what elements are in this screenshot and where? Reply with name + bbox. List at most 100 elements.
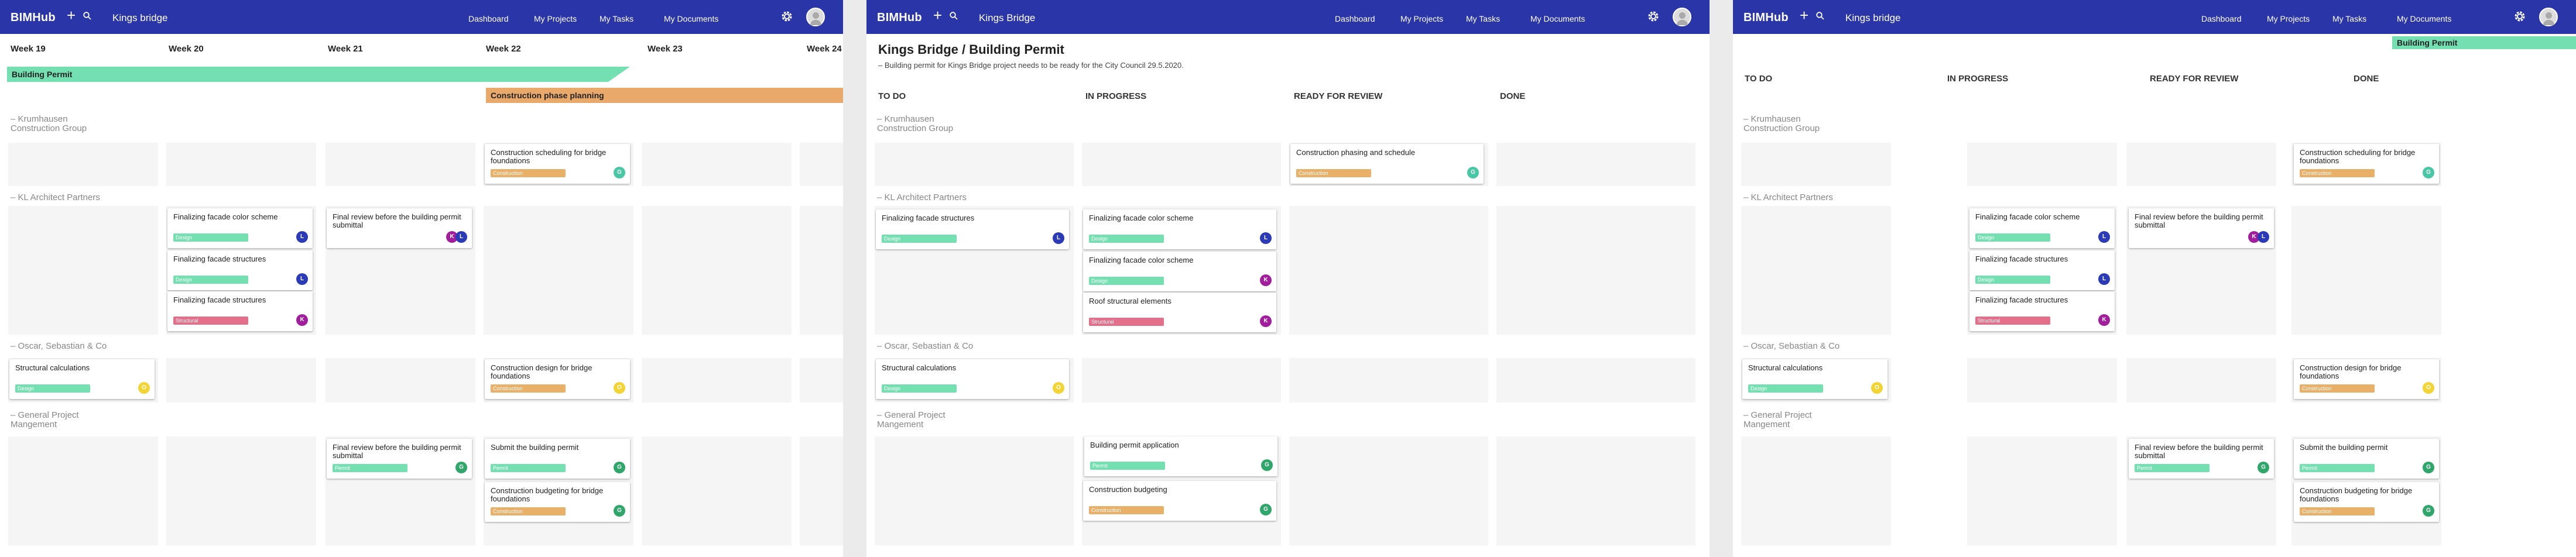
week-header: Week 20 bbox=[169, 44, 204, 54]
timeline-cell bbox=[642, 206, 792, 335]
task-card[interactable]: Finalizing facade structures Design L bbox=[876, 209, 1069, 249]
assignee-icon: O bbox=[138, 382, 150, 394]
week-header: Week 22 bbox=[486, 44, 521, 54]
task-card[interactable]: Construction budgeting for bridge founda… bbox=[2294, 482, 2439, 522]
column-header: DONE bbox=[1500, 91, 1526, 101]
group-label[interactable]: – Oscar, Sebastian & Co bbox=[877, 342, 973, 351]
gear-icon[interactable] bbox=[1646, 9, 1660, 23]
nav-my-projects[interactable]: My Projects bbox=[2267, 14, 2310, 23]
task-card[interactable]: Finalizing facade color scheme Design L bbox=[1083, 209, 1276, 249]
task-card[interactable]: Final review before the building permit … bbox=[2129, 208, 2274, 248]
board-cell bbox=[875, 436, 1074, 545]
group-label[interactable]: – Krumhausen Construction Group bbox=[1743, 115, 1820, 133]
task-card[interactable]: Construction phasing and schedule Constr… bbox=[1290, 144, 1484, 184]
nav-my-tasks[interactable]: My Tasks bbox=[1466, 14, 1500, 23]
group-label[interactable]: – KL Architect Partners bbox=[877, 193, 967, 202]
search-icon[interactable] bbox=[950, 12, 958, 20]
task-card[interactable]: Structural calculations Design O bbox=[9, 359, 155, 399]
group-label[interactable]: – Krumhausen Construction Group bbox=[11, 115, 87, 133]
assignee-icon: G bbox=[614, 167, 625, 178]
timeline-cell bbox=[800, 206, 843, 335]
building-permit-bar[interactable]: Building Permit bbox=[7, 67, 630, 82]
gear-icon[interactable] bbox=[2513, 9, 2527, 23]
board-cell bbox=[1289, 206, 1488, 335]
assignee-icon: G bbox=[614, 462, 625, 473]
task-card[interactable]: Submit the building permit Permit G bbox=[2294, 439, 2439, 479]
board-cell bbox=[2291, 206, 2441, 335]
project-name[interactable]: Kings bridge bbox=[1845, 12, 1901, 24]
assignee-icon: G bbox=[2423, 167, 2434, 178]
user-avatar[interactable] bbox=[1673, 8, 1691, 26]
board-cell bbox=[1967, 436, 2117, 545]
nav-my-projects[interactable]: My Projects bbox=[534, 14, 577, 23]
task-card[interactable]: Roof structural elements Structural K bbox=[1083, 293, 1276, 332]
board-cell bbox=[1289, 358, 1488, 403]
nav-my-documents[interactable]: My Documents bbox=[664, 14, 718, 23]
group-label[interactable]: – KL Architect Partners bbox=[11, 193, 100, 202]
nav-my-projects[interactable]: My Projects bbox=[1400, 14, 1443, 23]
task-card[interactable]: Finalizing facade structures Structural … bbox=[1969, 291, 2115, 331]
project-name[interactable]: Kings bridge bbox=[112, 12, 168, 24]
nav-dashboard[interactable]: Dashboard bbox=[2201, 14, 2242, 23]
task-card[interactable]: Finalizing facade color scheme Design L bbox=[1969, 208, 2115, 248]
week-header: Week 23 bbox=[648, 44, 683, 54]
timeline-cell bbox=[166, 358, 316, 403]
nav-my-tasks[interactable]: My Tasks bbox=[600, 14, 633, 23]
task-card[interactable]: Construction budgeting for bridge founda… bbox=[485, 482, 630, 522]
add-icon[interactable]: + bbox=[1800, 8, 1808, 23]
task-card[interactable]: Finalizing facade structures Design L bbox=[167, 250, 313, 290]
nav-dashboard[interactable]: Dashboard bbox=[1335, 14, 1375, 23]
search-icon[interactable] bbox=[83, 12, 91, 20]
group-label[interactable]: – General Project Mangement bbox=[11, 411, 79, 429]
nav-my-documents[interactable]: My Documents bbox=[2397, 14, 2451, 23]
task-card[interactable]: Submit the building permit Permit G bbox=[485, 439, 630, 479]
task-card[interactable]: Construction design for bridge foundatio… bbox=[2294, 359, 2439, 399]
group-label[interactable]: – Oscar, Sebastian & Co bbox=[1743, 342, 1839, 351]
group-label[interactable]: – Krumhausen Construction Group bbox=[877, 115, 953, 133]
group-label[interactable]: – Oscar, Sebastian & Co bbox=[11, 342, 107, 351]
task-card[interactable]: Construction scheduling for bridge found… bbox=[2294, 144, 2439, 184]
task-card[interactable]: Construction budgeting Construction G bbox=[1083, 481, 1276, 521]
nav-dashboard[interactable]: Dashboard bbox=[468, 14, 509, 23]
timeline-cell bbox=[642, 436, 792, 545]
group-label[interactable]: – General Project Mangement bbox=[1743, 411, 1812, 429]
board-cell bbox=[1082, 358, 1281, 403]
task-card[interactable]: Finalizing facade color scheme Design L bbox=[167, 208, 313, 248]
building-permit-badge[interactable]: Building Permit bbox=[2392, 36, 2576, 49]
column-header: TO DO bbox=[878, 91, 906, 101]
task-card[interactable]: Building permit application Permit G bbox=[1084, 436, 1277, 476]
user-avatar[interactable] bbox=[2539, 8, 2558, 26]
task-card[interactable]: Construction scheduling for bridge found… bbox=[485, 144, 630, 184]
nav-my-tasks[interactable]: My Tasks bbox=[2332, 14, 2366, 23]
assignee-icon: L bbox=[1053, 232, 1064, 244]
task-card[interactable]: Structural calculations Design O bbox=[1742, 359, 1888, 399]
bimhub-logo[interactable]: BIMHub bbox=[11, 11, 56, 25]
bimhub-logo[interactable]: BIMHub bbox=[1743, 11, 1789, 25]
timeline-cell bbox=[484, 206, 633, 335]
user-avatar[interactable] bbox=[806, 8, 825, 26]
bimhub-logo[interactable]: BIMHub bbox=[877, 11, 922, 25]
nav-my-documents[interactable]: My Documents bbox=[1530, 14, 1585, 23]
task-card[interactable]: Final review before the building permit … bbox=[327, 208, 472, 248]
board-cell bbox=[1289, 436, 1488, 545]
board-cell bbox=[1967, 358, 2117, 403]
task-card[interactable]: Finalizing facade structures Structural … bbox=[167, 291, 313, 331]
add-icon[interactable]: + bbox=[933, 8, 942, 23]
board-cell bbox=[1967, 143, 2117, 186]
task-card[interactable]: Structural calculations Design O bbox=[876, 359, 1069, 399]
task-card[interactable]: Final review before the building permit … bbox=[327, 439, 472, 479]
assignee-icon: K bbox=[1260, 274, 1272, 286]
group-label[interactable]: – General Project Mangement bbox=[877, 411, 946, 429]
task-card[interactable]: Construction design for bridge foundatio… bbox=[485, 359, 630, 399]
add-icon[interactable]: + bbox=[67, 8, 76, 23]
task-card[interactable]: Finalizing facade color scheme Design K bbox=[1083, 252, 1276, 291]
task-card[interactable]: Finalizing facade structures Design L bbox=[1969, 250, 2115, 290]
gear-icon[interactable] bbox=[780, 9, 794, 23]
project-name[interactable]: Kings Bridge bbox=[979, 12, 1035, 24]
group-label[interactable]: – KL Architect Partners bbox=[1743, 193, 1833, 202]
board-cell bbox=[2126, 143, 2276, 186]
timeline-cell bbox=[642, 358, 792, 403]
task-card[interactable]: Final review before the building permit … bbox=[2129, 439, 2274, 479]
search-icon[interactable] bbox=[1816, 12, 1824, 20]
construction-planning-bar[interactable]: Construction phase planning bbox=[486, 88, 843, 103]
